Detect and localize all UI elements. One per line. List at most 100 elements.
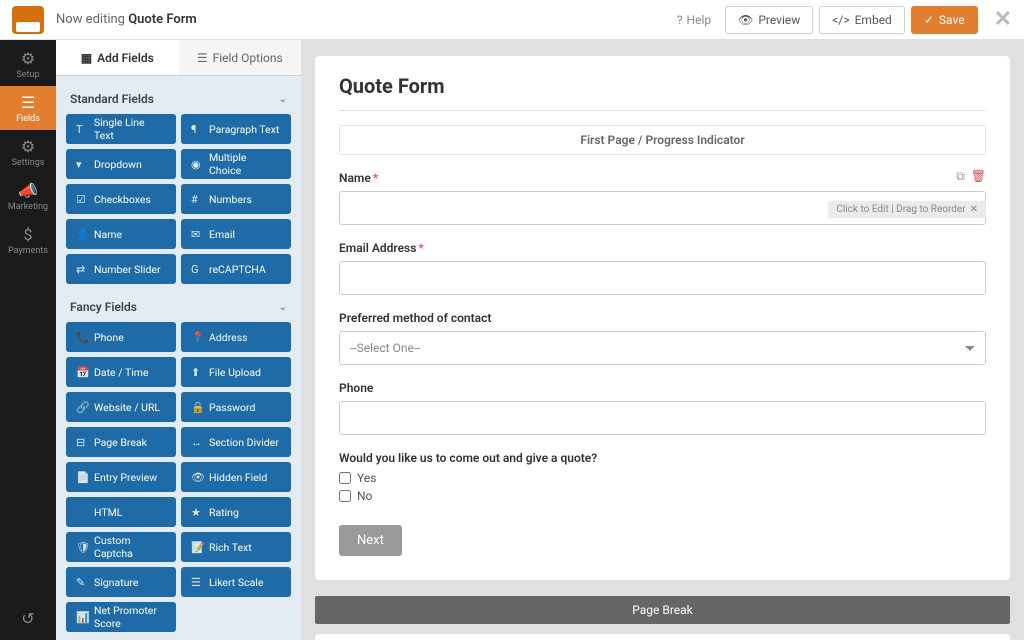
field-btn-hidden-field[interactable]: 👁Hidden Field <box>181 462 291 492</box>
field-btn-date-time[interactable]: 📅Date / Time <box>66 357 176 387</box>
field-btn-page-break[interactable]: ⊟Page Break <box>66 427 176 457</box>
trash-icon[interactable]: 🗑 <box>971 169 986 184</box>
field-btn-signature[interactable]: ✎Signature <box>66 567 176 597</box>
field-label: Email Address* <box>339 241 986 255</box>
tab-field-options[interactable]: ☰Field Options <box>179 40 302 76</box>
field-icon: 📝 <box>191 541 202 554</box>
help-link[interactable]: ?Help <box>677 13 711 27</box>
field-icon: ✎ <box>76 576 87 589</box>
field-contact-method[interactable]: Preferred method of contact --Select One… <box>339 311 986 365</box>
phone-input[interactable] <box>339 401 986 435</box>
radio-yes[interactable]: Yes <box>339 471 986 485</box>
field-btn-password[interactable]: 🔒Password <box>181 392 291 422</box>
duplicate-icon[interactable]: ⧉ <box>956 169 965 184</box>
eye-icon: 👁 <box>738 13 753 27</box>
field-icon: ✉ <box>191 228 202 241</box>
field-btn-recaptcha[interactable]: GreCAPTCHA <box>181 254 291 284</box>
progress-indicator[interactable]: First Page / Progress Indicator <box>339 125 986 155</box>
field-btn-rating[interactable]: ★Rating <box>181 497 291 527</box>
editing-label: Now editing Quote Form <box>56 12 197 27</box>
field-btn-file-upload[interactable]: ⬆File Upload <box>181 357 291 387</box>
wpforms-logo <box>12 6 44 34</box>
list-icon: ☰ <box>21 93 35 112</box>
field-icon: ↔ <box>191 436 202 449</box>
nav-fields[interactable]: ☰Fields <box>0 86 56 130</box>
field-btn-numbers[interactable]: #Numbers <box>181 184 291 214</box>
field-btn-single-line-text[interactable]: TSingle Line Text <box>66 114 176 144</box>
field-btn-custom-captcha[interactable]: 🛡Custom Captcha <box>66 532 176 562</box>
field-icon: ¶ <box>191 123 202 136</box>
field-icon: 📊 <box>76 611 87 624</box>
field-btn-entry-preview[interactable]: 📄Entry Preview <box>66 462 176 492</box>
field-icon: ⬆ <box>191 366 202 379</box>
nav-payments[interactable]: $Payments <box>0 218 56 262</box>
options-icon: ☰ <box>197 51 208 65</box>
field-btn-html[interactable]: HTML <box>66 497 176 527</box>
field-icon: 📅 <box>76 366 87 379</box>
field-icon: ◉ <box>191 158 202 171</box>
field-icon: G <box>191 263 202 276</box>
field-phone[interactable]: Phone <box>339 381 986 435</box>
field-btn-section-divider[interactable]: ↔Section Divider <box>181 427 291 457</box>
field-icon: ★ <box>191 506 202 519</box>
tab-add-fields[interactable]: ▦Add Fields <box>56 40 179 76</box>
contact-select[interactable]: --Select One-- <box>339 331 986 365</box>
field-icon: # <box>191 193 202 206</box>
field-icon: T <box>76 123 87 136</box>
section-standard[interactable]: Standard Fields⌄ <box>66 84 291 114</box>
nav-settings[interactable]: ⚙Settings <box>0 130 56 174</box>
close-icon[interactable]: ✕ <box>994 7 1012 32</box>
preview-button[interactable]: 👁Preview <box>725 6 813 34</box>
megaphone-icon: 📣 <box>18 181 38 200</box>
field-icon: ▾ <box>76 158 87 171</box>
nav-marketing[interactable]: 📣Marketing <box>0 174 56 218</box>
field-name[interactable]: ⧉🗑 Name* Click to Edit | Drag to Reorder… <box>339 171 986 225</box>
field-btn-checkboxes[interactable]: ☑Checkboxes <box>66 184 176 214</box>
field-icon: 📄 <box>76 471 87 484</box>
history-icon: ↺ <box>21 609 34 628</box>
field-btn-net-promoter-score[interactable]: 📊Net Promoter Score <box>66 602 176 632</box>
field-btn-paragraph-text[interactable]: ¶Paragraph Text <box>181 114 291 144</box>
email-input[interactable] <box>339 261 986 295</box>
next-button[interactable]: Next <box>339 525 402 556</box>
field-label: Preferred method of contact <box>339 311 986 325</box>
save-button[interactable]: ✓Save <box>911 6 978 34</box>
field-label: Phone <box>339 381 986 395</box>
field-quote-question[interactable]: Would you like us to come out and give a… <box>339 451 986 503</box>
field-icon: 📞 <box>76 331 87 344</box>
field-icon: 🔗 <box>76 401 87 414</box>
field-icon: 🛡 <box>76 541 87 554</box>
field-btn-name[interactable]: 👤Name <box>66 219 176 249</box>
field-btn-email[interactable]: ✉Email <box>181 219 291 249</box>
gear-icon: ⚙ <box>21 49 35 68</box>
field-btn-phone[interactable]: 📞Phone <box>66 322 176 352</box>
field-icon: ☑ <box>76 193 87 206</box>
field-btn-address[interactable]: 📍Address <box>181 322 291 352</box>
field-email[interactable]: Email Address* <box>339 241 986 295</box>
section-fancy[interactable]: Fancy Fields⌄ <box>66 292 291 322</box>
radio-no[interactable]: No <box>339 489 986 503</box>
close-hint-icon[interactable]: ✕ <box>970 204 978 215</box>
field-icon: ⇄ <box>76 263 87 276</box>
code-icon: </> <box>832 13 849 27</box>
grid-icon: ▦ <box>81 51 92 65</box>
dollar-icon: $ <box>24 225 33 244</box>
field-icon: 👁 <box>191 471 202 484</box>
nav-setup[interactable]: ⚙Setup <box>0 42 56 86</box>
field-btn-dropdown[interactable]: ▾Dropdown <box>66 149 176 179</box>
field-icon: 📍 <box>191 331 202 344</box>
sliders-icon: ⚙ <box>21 137 35 156</box>
field-btn-rich-text[interactable]: 📝Rich Text <box>181 532 291 562</box>
field-btn-multiple-choice[interactable]: ◉Multiple Choice <box>181 149 291 179</box>
nav-history[interactable]: ↺ <box>0 596 56 640</box>
field-label: Would you like us to come out and give a… <box>339 451 986 465</box>
field-btn-website-url[interactable]: 🔗Website / URL <box>66 392 176 422</box>
field-btn-likert-scale[interactable]: ☰Likert Scale <box>181 567 291 597</box>
page-break[interactable]: Page Break <box>315 596 1010 624</box>
field-icon: ⊟ <box>76 436 87 449</box>
field-icon: 👤 <box>76 228 87 241</box>
check-icon: ✓ <box>924 13 934 27</box>
embed-button[interactable]: </>Embed <box>819 6 905 34</box>
chevron-down-icon: ⌄ <box>279 302 287 313</box>
field-btn-number-slider[interactable]: ⇄Number Slider <box>66 254 176 284</box>
